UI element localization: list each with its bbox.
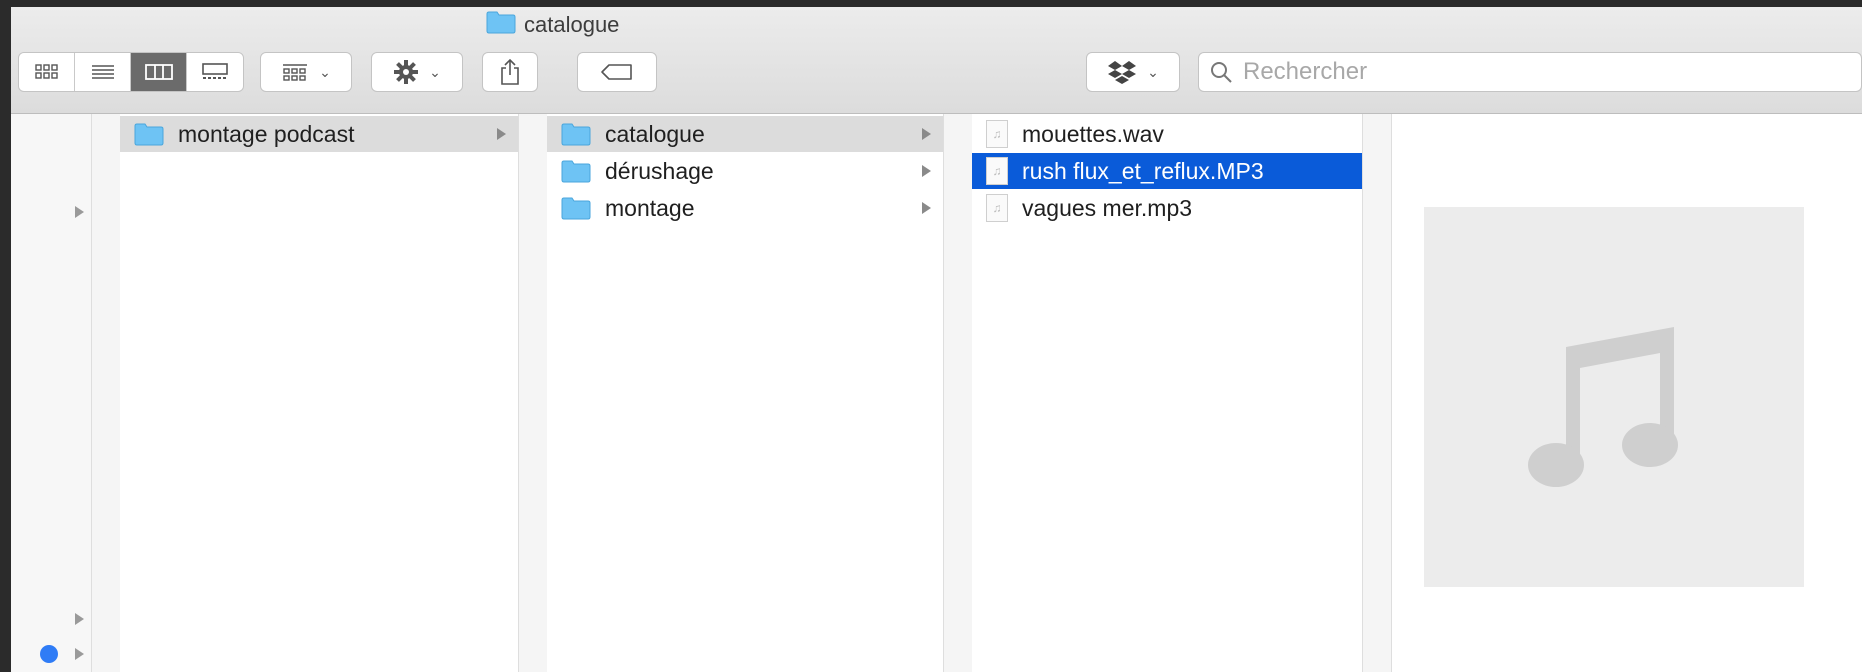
item-label: mouettes.wav xyxy=(1022,120,1164,147)
audio-file-icon: ♫ xyxy=(986,120,1008,148)
list-item[interactable]: montage podcast xyxy=(120,116,518,152)
search-icon xyxy=(1211,62,1232,83)
dropbox-button[interactable]: ⌄ xyxy=(1086,52,1180,92)
chevron-right-icon xyxy=(497,128,506,140)
chevron-down-icon: ⌄ xyxy=(429,63,441,80)
folder-icon xyxy=(561,159,591,183)
grid-icon xyxy=(34,64,58,79)
group-by-button[interactable]: ⌄ xyxy=(260,52,352,92)
chevron-right-icon xyxy=(922,165,931,177)
disclosure-arrow[interactable] xyxy=(75,648,84,660)
audio-file-icon: ♫ xyxy=(986,157,1008,185)
gallery-icon xyxy=(202,63,228,79)
dropbox-icon xyxy=(1108,61,1137,84)
item-label: montage xyxy=(605,194,695,221)
item-label: montage podcast xyxy=(178,120,355,147)
chevron-right-icon xyxy=(922,128,931,140)
view-switcher xyxy=(18,52,244,92)
preview-thumbnail xyxy=(1424,207,1804,587)
columns-icon xyxy=(144,64,173,80)
share-button[interactable] xyxy=(482,52,538,92)
item-label: catalogue xyxy=(605,120,705,147)
window-title: catalogue xyxy=(486,9,619,41)
list-item[interactable]: montage xyxy=(547,190,943,226)
audio-file-icon: ♫ xyxy=(986,194,1008,222)
gear-icon xyxy=(394,60,419,84)
list-item[interactable]: ♫ rush flux_et_reflux.MP3 xyxy=(972,153,1362,189)
folder-icon xyxy=(134,122,164,146)
group-icon xyxy=(283,64,308,81)
window-title-text: catalogue xyxy=(524,12,620,37)
action-button[interactable]: ⌄ xyxy=(371,52,463,92)
column-gutter xyxy=(519,114,547,672)
disclosure-arrow[interactable] xyxy=(75,613,84,625)
sidebar-strip xyxy=(11,114,91,672)
list-item[interactable]: catalogue xyxy=(547,116,943,152)
music-note-icon xyxy=(1528,327,1678,487)
item-label: vagues mer.mp3 xyxy=(1022,194,1193,221)
gallery-view-button[interactable] xyxy=(187,53,243,91)
chevron-right-icon xyxy=(922,202,931,214)
disclosure-arrow[interactable] xyxy=(75,206,84,218)
tags-button[interactable] xyxy=(577,52,657,92)
chevron-down-icon: ⌄ xyxy=(319,63,331,80)
share-icon xyxy=(501,58,519,85)
list-item[interactable]: ♫ vagues mer.mp3 xyxy=(972,190,1362,226)
folder-icon xyxy=(561,122,591,146)
column-2: catalogue dérushage montage xyxy=(547,114,943,672)
folder-icon xyxy=(486,10,516,40)
item-label: dérushage xyxy=(605,157,714,184)
column-1: montage podcast xyxy=(120,114,518,672)
tag-icon xyxy=(601,64,632,80)
toolbar: catalogue ⌄ ⌄ ⌄ Rechercher xyxy=(11,7,1862,114)
icon-view-button[interactable] xyxy=(19,53,75,91)
chevron-down-icon: ⌄ xyxy=(1147,63,1159,80)
list-item[interactable]: ♫ mouettes.wav xyxy=(972,116,1362,152)
list-item[interactable]: dérushage xyxy=(547,153,943,189)
list-icon xyxy=(91,65,114,79)
column-view-button[interactable] xyxy=(131,53,187,91)
column-gutter xyxy=(944,114,972,672)
column-gutter xyxy=(92,114,120,672)
column-3: ♫ mouettes.wav ♫ rush flux_et_reflux.MP3… xyxy=(972,114,1362,672)
blue-tag-icon xyxy=(40,645,58,663)
finder-window: catalogue ⌄ ⌄ ⌄ Rechercher montage podca… xyxy=(11,7,1862,672)
search-field[interactable] xyxy=(1198,52,1862,92)
search-input[interactable] xyxy=(1241,57,1805,87)
column-gutter xyxy=(1363,114,1391,672)
list-view-button[interactable] xyxy=(75,53,131,91)
item-label: rush flux_et_reflux.MP3 xyxy=(1022,157,1264,184)
folder-icon xyxy=(561,196,591,220)
